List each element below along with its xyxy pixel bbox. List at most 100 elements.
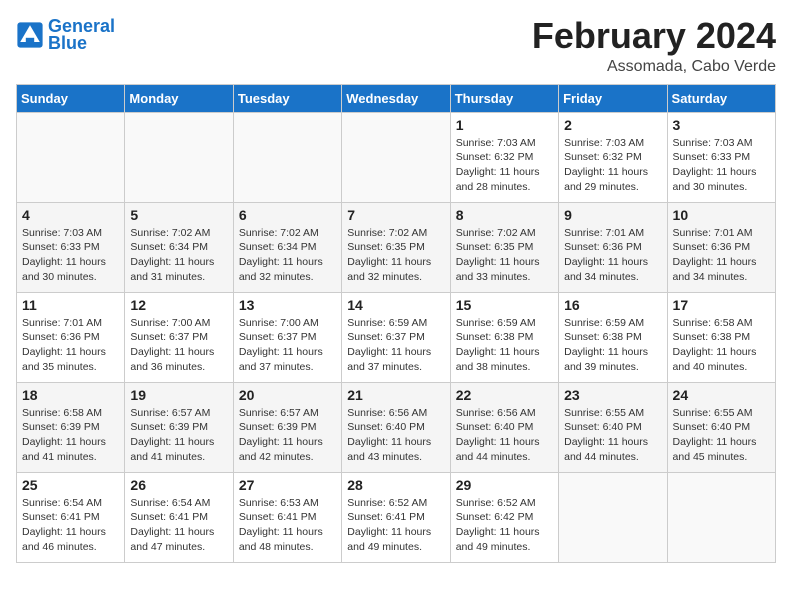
day-number: 24 — [673, 387, 770, 403]
location-subtitle: Assomada, Cabo Verde — [532, 58, 776, 76]
weekday-header-tuesday: Tuesday — [233, 84, 341, 112]
day-number: 25 — [22, 477, 119, 493]
day-info: Sunrise: 7:01 AM Sunset: 6:36 PM Dayligh… — [564, 226, 661, 285]
day-info: Sunrise: 6:52 AM Sunset: 6:41 PM Dayligh… — [347, 496, 444, 555]
day-number: 27 — [239, 477, 336, 493]
day-number: 7 — [347, 207, 444, 223]
day-info: Sunrise: 7:02 AM Sunset: 6:34 PM Dayligh… — [130, 226, 227, 285]
day-info: Sunrise: 6:59 AM Sunset: 6:38 PM Dayligh… — [564, 316, 661, 375]
calendar-cell: 6 Sunrise: 7:02 AM Sunset: 6:34 PM Daylig… — [233, 202, 341, 292]
weekday-header-wednesday: Wednesday — [342, 84, 450, 112]
calendar-week-2: 4 Sunrise: 7:03 AM Sunset: 6:33 PM Daylig… — [17, 202, 776, 292]
day-info: Sunrise: 6:57 AM Sunset: 6:39 PM Dayligh… — [239, 406, 336, 465]
day-number: 15 — [456, 297, 553, 313]
day-number: 6 — [239, 207, 336, 223]
calendar-header-row: SundayMondayTuesdayWednesdayThursdayFrid… — [17, 84, 776, 112]
day-number: 29 — [456, 477, 553, 493]
day-number: 16 — [564, 297, 661, 313]
calendar-cell: 25 Sunrise: 6:54 AM Sunset: 6:41 PM Dayli… — [17, 472, 125, 562]
calendar-cell: 17 Sunrise: 6:58 AM Sunset: 6:38 PM Dayli… — [667, 292, 775, 382]
day-info: Sunrise: 7:02 AM Sunset: 6:34 PM Dayligh… — [239, 226, 336, 285]
calendar-cell: 18 Sunrise: 6:58 AM Sunset: 6:39 PM Dayli… — [17, 382, 125, 472]
day-info: Sunrise: 6:58 AM Sunset: 6:38 PM Dayligh… — [673, 316, 770, 375]
day-number: 19 — [130, 387, 227, 403]
calendar-cell — [342, 112, 450, 202]
calendar-cell: 19 Sunrise: 6:57 AM Sunset: 6:39 PM Dayli… — [125, 382, 233, 472]
day-number: 3 — [673, 117, 770, 133]
calendar-cell: 3 Sunrise: 7:03 AM Sunset: 6:33 PM Daylig… — [667, 112, 775, 202]
day-info: Sunrise: 6:58 AM Sunset: 6:39 PM Dayligh… — [22, 406, 119, 465]
logo: General Blue — [16, 16, 115, 54]
calendar-week-1: 1 Sunrise: 7:03 AM Sunset: 6:32 PM Daylig… — [17, 112, 776, 202]
day-number: 1 — [456, 117, 553, 133]
weekday-header-sunday: Sunday — [17, 84, 125, 112]
calendar-cell — [559, 472, 667, 562]
day-number: 11 — [22, 297, 119, 313]
day-info: Sunrise: 6:54 AM Sunset: 6:41 PM Dayligh… — [130, 496, 227, 555]
calendar-cell: 10Sunrise: 7:01 AM Sunset: 6:36 PM Dayli… — [667, 202, 775, 292]
calendar-cell: 12 Sunrise: 7:00 AM Sunset: 6:37 PM Dayli… — [125, 292, 233, 382]
calendar-cell: 22 Sunrise: 6:56 AM Sunset: 6:40 PM Dayli… — [450, 382, 558, 472]
day-info: Sunrise: 7:00 AM Sunset: 6:37 PM Dayligh… — [130, 316, 227, 375]
calendar-cell: 5Sunrise: 7:02 AM Sunset: 6:34 PM Daylig… — [125, 202, 233, 292]
calendar-cell: 27 Sunrise: 6:53 AM Sunset: 6:41 PM Dayli… — [233, 472, 341, 562]
calendar-cell: 14Sunrise: 6:59 AM Sunset: 6:37 PM Dayli… — [342, 292, 450, 382]
calendar-cell — [233, 112, 341, 202]
day-number: 10 — [673, 207, 770, 223]
weekday-header-friday: Friday — [559, 84, 667, 112]
day-number: 14 — [347, 297, 444, 313]
calendar-cell: 13 Sunrise: 7:00 AM Sunset: 6:37 PM Dayli… — [233, 292, 341, 382]
month-title: February 2024 — [532, 16, 776, 56]
day-number: 21 — [347, 387, 444, 403]
calendar-cell — [125, 112, 233, 202]
calendar-cell: 15 Sunrise: 6:59 AM Sunset: 6:38 PM Dayli… — [450, 292, 558, 382]
day-number: 28 — [347, 477, 444, 493]
day-info: Sunrise: 7:00 AM Sunset: 6:37 PM Dayligh… — [239, 316, 336, 375]
day-number: 12 — [130, 297, 227, 313]
calendar-cell: 2 Sunrise: 7:03 AM Sunset: 6:32 PM Daylig… — [559, 112, 667, 202]
day-number: 13 — [239, 297, 336, 313]
day-number: 18 — [22, 387, 119, 403]
calendar-cell: 29 Sunrise: 6:52 AM Sunset: 6:42 PM Dayli… — [450, 472, 558, 562]
day-info: Sunrise: 6:55 AM Sunset: 6:40 PM Dayligh… — [673, 406, 770, 465]
day-number: 26 — [130, 477, 227, 493]
calendar-cell: 28 Sunrise: 6:52 AM Sunset: 6:41 PM Dayli… — [342, 472, 450, 562]
day-info: Sunrise: 7:03 AM Sunset: 6:33 PM Dayligh… — [673, 136, 770, 195]
calendar-cell: 4 Sunrise: 7:03 AM Sunset: 6:33 PM Daylig… — [17, 202, 125, 292]
calendar-cell: 26 Sunrise: 6:54 AM Sunset: 6:41 PM Dayli… — [125, 472, 233, 562]
calendar-cell: 24 Sunrise: 6:55 AM Sunset: 6:40 PM Dayli… — [667, 382, 775, 472]
calendar-cell: 9Sunrise: 7:01 AM Sunset: 6:36 PM Daylig… — [559, 202, 667, 292]
logo-icon — [16, 21, 44, 49]
day-number: 8 — [456, 207, 553, 223]
day-info: Sunrise: 7:03 AM Sunset: 6:33 PM Dayligh… — [22, 226, 119, 285]
day-number: 20 — [239, 387, 336, 403]
day-info: Sunrise: 6:57 AM Sunset: 6:39 PM Dayligh… — [130, 406, 227, 465]
logo-text: General Blue — [48, 16, 115, 54]
day-info: Sunrise: 7:03 AM Sunset: 6:32 PM Dayligh… — [456, 136, 553, 195]
calendar-cell: 11 Sunrise: 7:01 AM Sunset: 6:36 PM Dayli… — [17, 292, 125, 382]
day-info: Sunrise: 6:53 AM Sunset: 6:41 PM Dayligh… — [239, 496, 336, 555]
calendar-week-4: 18 Sunrise: 6:58 AM Sunset: 6:39 PM Dayli… — [17, 382, 776, 472]
day-info: Sunrise: 7:03 AM Sunset: 6:32 PM Dayligh… — [564, 136, 661, 195]
day-info: Sunrise: 7:02 AM Sunset: 6:35 PM Dayligh… — [347, 226, 444, 285]
calendar-week-5: 25 Sunrise: 6:54 AM Sunset: 6:41 PM Dayli… — [17, 472, 776, 562]
weekday-header-monday: Monday — [125, 84, 233, 112]
calendar-cell: 21Sunrise: 6:56 AM Sunset: 6:40 PM Dayli… — [342, 382, 450, 472]
calendar-cell: 7 Sunrise: 7:02 AM Sunset: 6:35 PM Daylig… — [342, 202, 450, 292]
day-info: Sunrise: 6:54 AM Sunset: 6:41 PM Dayligh… — [22, 496, 119, 555]
day-info: Sunrise: 6:56 AM Sunset: 6:40 PM Dayligh… — [456, 406, 553, 465]
day-number: 2 — [564, 117, 661, 133]
day-number: 4 — [22, 207, 119, 223]
calendar-cell: 1 Sunrise: 7:03 AM Sunset: 6:32 PM Daylig… — [450, 112, 558, 202]
calendar-week-3: 11 Sunrise: 7:01 AM Sunset: 6:36 PM Dayli… — [17, 292, 776, 382]
calendar-table: SundayMondayTuesdayWednesdayThursdayFrid… — [16, 84, 776, 563]
day-info: Sunrise: 7:01 AM Sunset: 6:36 PM Dayligh… — [22, 316, 119, 375]
weekday-header-saturday: Saturday — [667, 84, 775, 112]
day-number: 17 — [673, 297, 770, 313]
day-info: Sunrise: 6:52 AM Sunset: 6:42 PM Dayligh… — [456, 496, 553, 555]
day-number: 22 — [456, 387, 553, 403]
calendar-cell: 23Sunrise: 6:55 AM Sunset: 6:40 PM Dayli… — [559, 382, 667, 472]
weekday-header-thursday: Thursday — [450, 84, 558, 112]
day-info: Sunrise: 6:59 AM Sunset: 6:38 PM Dayligh… — [456, 316, 553, 375]
calendar-cell: 8Sunrise: 7:02 AM Sunset: 6:35 PM Daylig… — [450, 202, 558, 292]
